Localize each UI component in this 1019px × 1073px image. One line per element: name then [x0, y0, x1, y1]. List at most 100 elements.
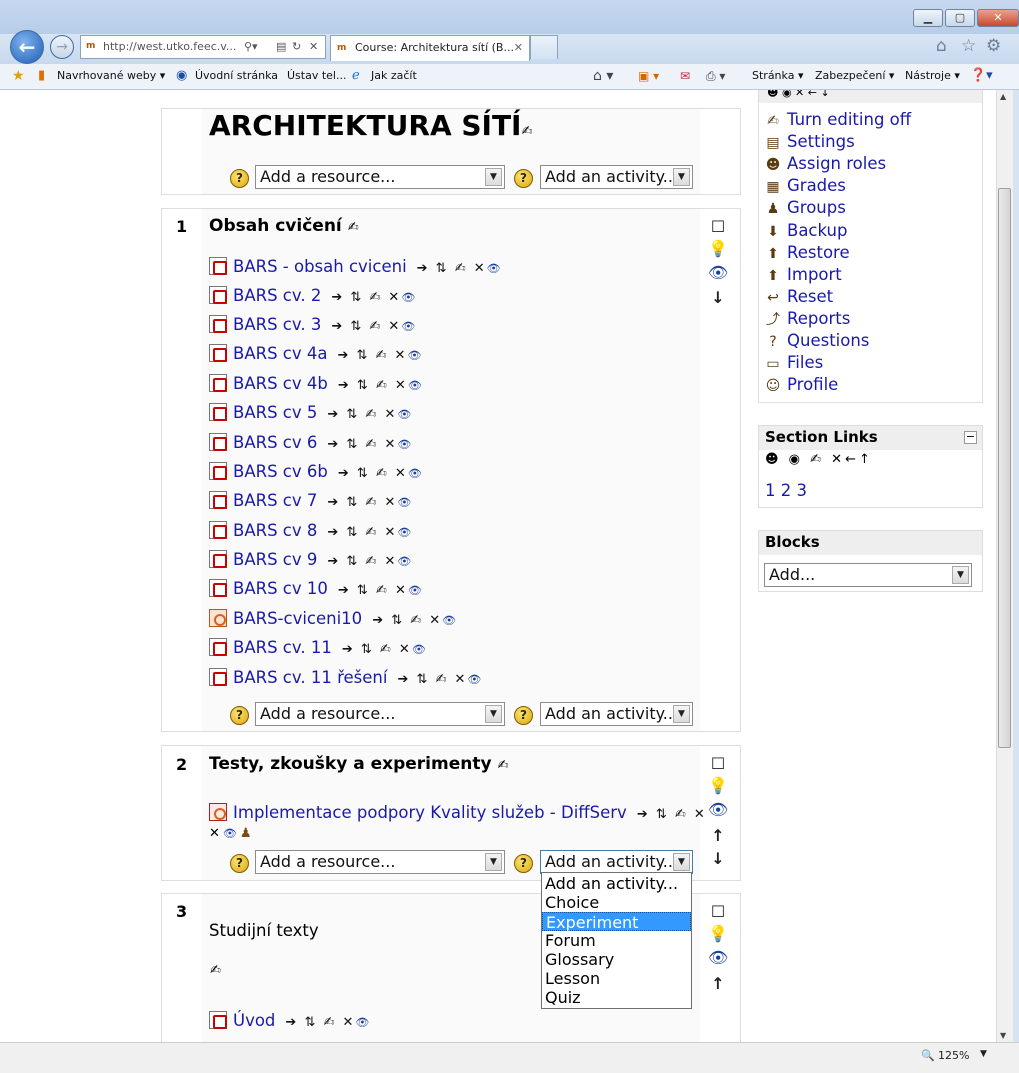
resource-item[interactable]: BARS cv 4a ➔ ⇅ ✍ ✕👁: [209, 343, 423, 365]
resource-item[interactable]: BARS cv 10 ➔ ⇅ ✍ ✕👁: [209, 578, 424, 600]
favorites-star-icon[interactable]: ★: [12, 64, 25, 88]
add-activity-select[interactable]: Add an activity... ▼: [540, 702, 693, 726]
highlight-section-icon[interactable]: ☐: [708, 754, 728, 773]
group-mode-icon[interactable]: ♟: [240, 826, 255, 841]
add-activity-select[interactable]: Add an activity... ▼: [540, 165, 693, 189]
zoom-level[interactable]: 125%: [938, 1049, 969, 1062]
admin-item-settings[interactable]: ▤ Settings: [763, 131, 854, 153]
help-icon[interactable]: ?: [514, 854, 533, 873]
scroll-up-icon[interactable]: ▲: [1000, 92, 1006, 101]
resource-item[interactable]: BARS cv. 2 ➔ ⇅ ✍ ✕👁: [209, 285, 417, 307]
dropdown-option-glossary[interactable]: Glossary: [542, 950, 691, 969]
resource-link[interactable]: BARS cv 4a: [233, 344, 327, 363]
resource-actions[interactable]: ➔ ⇅ ✍ ✕👁: [337, 348, 423, 363]
tab-course[interactable]: m Course: Architektura sítí (B... ✕: [330, 35, 530, 61]
zoom-icon[interactable]: 🔍: [921, 1049, 935, 1062]
help-icon[interactable]: ?: [514, 706, 533, 725]
fav-suggested-sites[interactable]: Navrhované weby ▾: [57, 64, 165, 88]
edit-icon[interactable]: ✍: [210, 963, 221, 978]
help-cmd-icon[interactable]: ❓▾: [970, 64, 993, 88]
admin-item-assign-roles[interactable]: ☻ Assign roles: [763, 153, 886, 175]
resource-link[interactable]: BARS cv 10: [233, 579, 328, 598]
admin-item-restore[interactable]: ⬆ Restore: [763, 242, 849, 264]
resource-actions[interactable]: ➔ ⇅ ✍ ✕👁: [327, 437, 413, 452]
dropdown-option-experiment[interactable]: Experiment: [542, 912, 691, 932]
edit-icon[interactable]: ✍: [348, 220, 359, 235]
cmd-page[interactable]: Stránka ▾: [752, 64, 803, 88]
cmd-safety[interactable]: Zabezpečení ▾: [815, 64, 894, 88]
edit-icon[interactable]: ✍: [521, 124, 532, 139]
resource-link[interactable]: Implementace podpory Kvality služeb - Di…: [233, 803, 627, 822]
resource-item[interactable]: BARS cv. 3 ➔ ⇅ ✍ ✕👁: [209, 314, 417, 336]
compat-view-icon[interactable]: ▤: [276, 40, 286, 53]
admin-item-profile[interactable]: ☺ Profile: [763, 374, 839, 396]
dropdown-option-quiz[interactable]: Quiz: [542, 988, 691, 1007]
move-down-icon[interactable]: ↓: [708, 288, 728, 307]
resource-actions[interactable]: ➔ ⇅ ✍ ✕: [637, 807, 707, 822]
resource-link[interactable]: BARS cv. 3: [233, 315, 321, 334]
maximize-button[interactable]: ▢: [945, 9, 975, 27]
eye-icon[interactable]: 👁: [708, 263, 728, 282]
resource-link[interactable]: BARS-cviceni10: [233, 609, 362, 628]
feeds-icon[interactable]: ▣ ▾: [638, 64, 659, 88]
stop-icon[interactable]: ✕: [309, 40, 318, 53]
help-icon[interactable]: ?: [230, 169, 249, 188]
close-window-button[interactable]: ✕: [977, 9, 1019, 27]
resource-link[interactable]: BARS - obsah cviceni: [233, 257, 407, 276]
lightbulb-icon[interactable]: 💡: [708, 924, 728, 943]
resource-actions[interactable]: ➔ ⇅ ✍ ✕👁: [327, 554, 413, 569]
resource-item[interactable]: BARS - obsah cviceni ➔ ⇅ ✍ ✕👁: [209, 256, 503, 278]
resource-link[interactable]: BARS cv. 11: [233, 638, 332, 657]
dropdown-option-forum[interactable]: Forum: [542, 931, 691, 950]
eye-icon[interactable]: 👁: [407, 349, 423, 362]
admin-item-groups[interactable]: ♟ Groups: [763, 197, 846, 219]
tools-gear-icon[interactable]: ⚙: [986, 36, 1001, 56]
new-tab-button[interactable]: [530, 35, 558, 59]
scroll-down-icon[interactable]: ▼: [1000, 1031, 1006, 1040]
resource-item[interactable]: BARS cv 4b ➔ ⇅ ✍ ✕👁: [209, 373, 424, 395]
eye-icon[interactable]: 👁: [401, 320, 417, 333]
resource-actions[interactable]: ➔ ⇅ ✍ ✕👁: [327, 525, 413, 540]
resource-actions[interactable]: ➔ ⇅ ✍ ✕👁: [372, 613, 458, 628]
section-link-3[interactable]: 3: [797, 481, 808, 500]
resource-actions-wrap[interactable]: ✕👁♟: [209, 826, 255, 841]
resource-actions[interactable]: ➔ ⇅ ✍ ✕👁: [342, 642, 428, 657]
eye-icon[interactable]: 👁: [223, 827, 240, 840]
resource-link[interactable]: BARS cv 9: [233, 550, 317, 569]
resource-item[interactable]: BARS cv 5 ➔ ⇅ ✍ ✕👁: [209, 402, 413, 424]
home-cmd-icon[interactable]: ⌂ ▾: [593, 64, 613, 88]
resource-link[interactable]: BARS cv 8: [233, 521, 317, 540]
resource-item[interactable]: BARS cv 7 ➔ ⇅ ✍ ✕👁: [209, 490, 413, 512]
resource-item[interactable]: Implementace podpory Kvality služeb - Di…: [209, 802, 707, 824]
admin-item-turn-editing-off[interactable]: ✍ Turn editing off: [763, 109, 911, 131]
admin-item-questions[interactable]: ? Questions: [763, 330, 869, 352]
help-icon[interactable]: ?: [230, 854, 249, 873]
add-activity-select[interactable]: Add an activity... ▼: [540, 850, 693, 874]
dropdown-option-lesson[interactable]: Lesson: [542, 969, 691, 988]
resource-item[interactable]: BARS cv. 11 řešení ➔ ⇅ ✍ ✕👁: [209, 667, 483, 689]
resource-actions[interactable]: ➔ ⇅ ✍ ✕👁: [327, 407, 413, 422]
resource-link[interactable]: BARS cv 7: [233, 491, 317, 510]
resource-item[interactable]: BARS cv 8 ➔ ⇅ ✍ ✕👁: [209, 520, 413, 542]
section-link-1[interactable]: 1: [765, 481, 776, 500]
eye-icon[interactable]: 👁: [397, 438, 413, 451]
admin-item-import[interactable]: ⬆ Import: [763, 264, 842, 286]
admin-item-backup[interactable]: ⬇ Backup: [763, 220, 847, 242]
eye-icon[interactable]: 👁: [397, 526, 413, 539]
resource-item[interactable]: BARS-cviceni10 ➔ ⇅ ✍ ✕👁: [209, 608, 458, 630]
resource-link[interactable]: BARS cv. 2: [233, 286, 321, 305]
add-resource-select[interactable]: Add a resource... ▼: [255, 165, 505, 189]
fav-getting-started[interactable]: Jak začít: [371, 64, 417, 88]
search-icon[interactable]: ⚲▾: [244, 40, 258, 53]
dropdown-option-add-an-activity[interactable]: Add an activity...: [542, 874, 691, 893]
eye-icon[interactable]: 👁: [412, 643, 428, 656]
move-down-icon[interactable]: ↓: [708, 849, 728, 868]
minimize-button[interactable]: ▁: [913, 9, 943, 27]
fav-home-page[interactable]: Úvodní stránka: [195, 64, 278, 88]
add-block-select[interactable]: Add... ▼: [764, 563, 972, 587]
print-icon[interactable]: ⎙ ▾: [706, 64, 725, 88]
highlight-section-icon[interactable]: ☐: [708, 217, 728, 236]
resource-link[interactable]: BARS cv 6: [233, 433, 317, 452]
help-icon[interactable]: ?: [514, 169, 533, 188]
resource-actions[interactable]: ➔ ⇅ ✍ ✕👁: [331, 290, 417, 305]
